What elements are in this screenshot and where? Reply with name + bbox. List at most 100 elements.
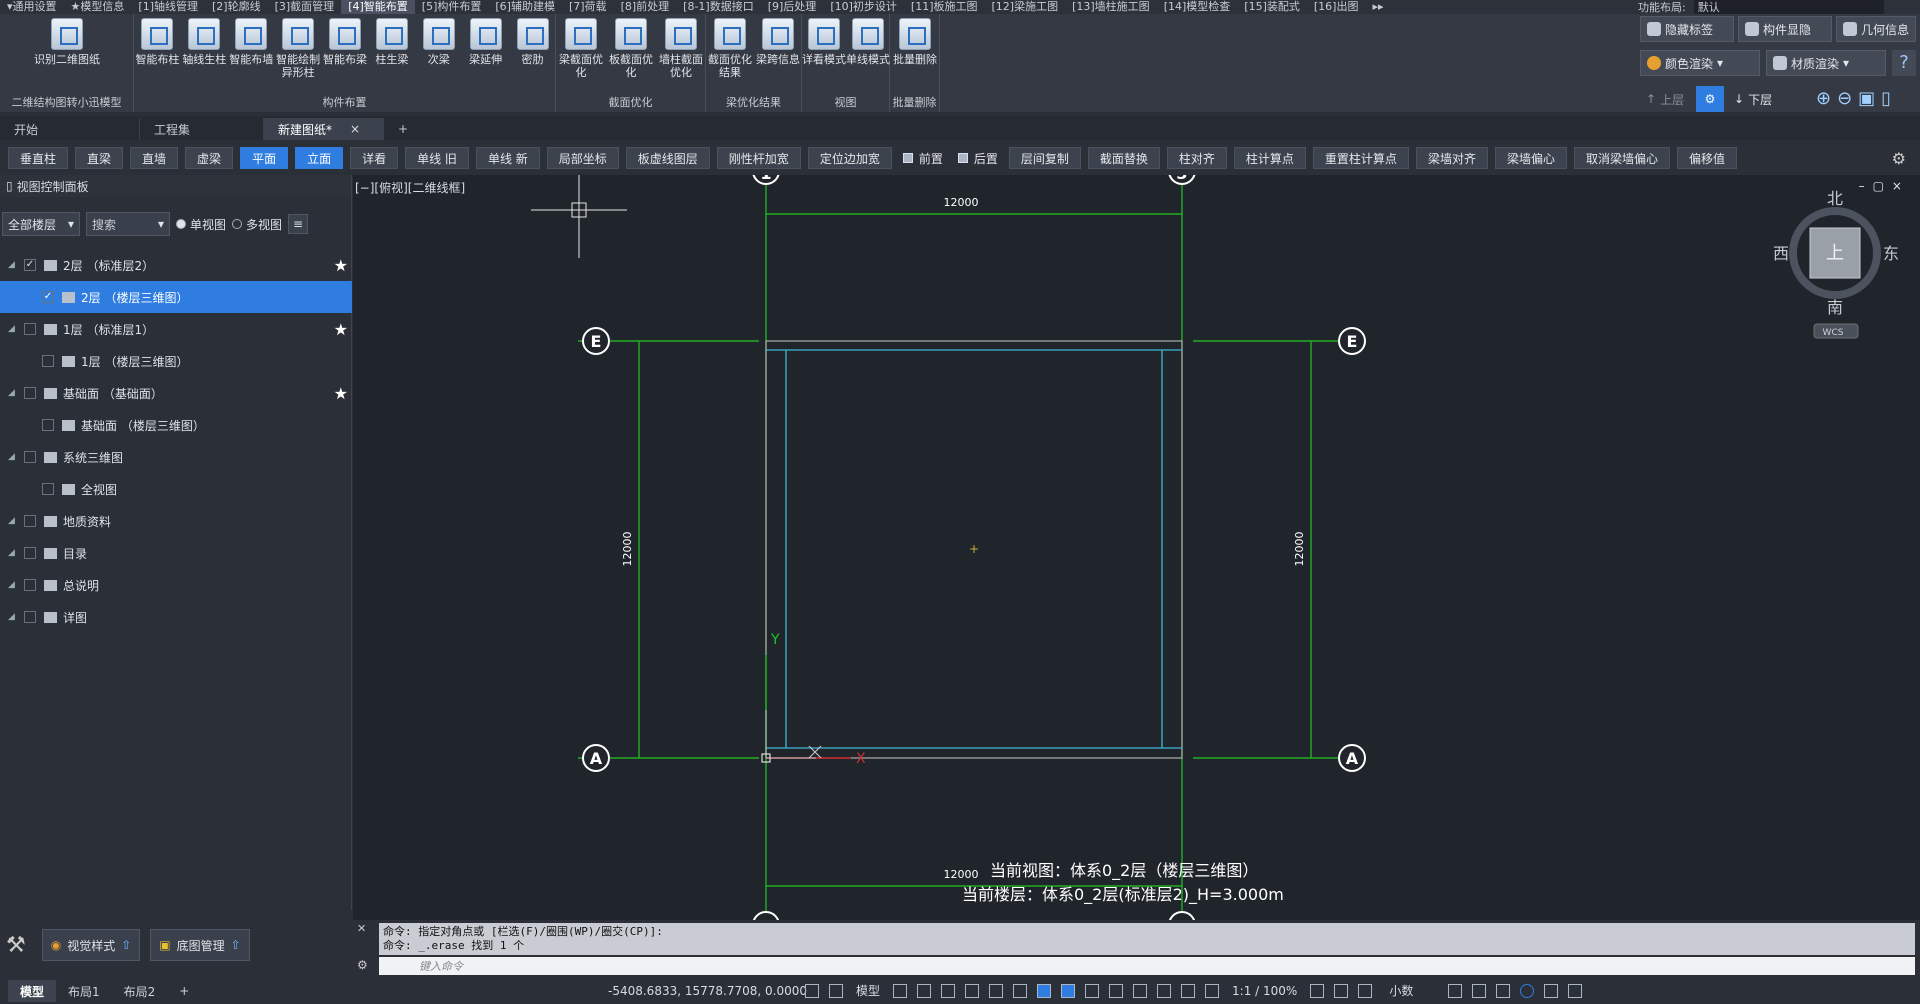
checkbox[interactable] bbox=[24, 451, 36, 463]
command-input[interactable]: 键入命令 bbox=[379, 957, 1915, 975]
toolbar-button[interactable]: 直梁 bbox=[75, 147, 124, 169]
gear-icon[interactable]: ⚙ bbox=[1696, 86, 1724, 112]
tree-item[interactable]: ✓ 2层 （楼层三维图） bbox=[0, 281, 352, 313]
help-button[interactable]: ? bbox=[1892, 50, 1916, 76]
star-icon[interactable]: ★ bbox=[334, 320, 348, 339]
menu-item[interactable]: [9]后处理 bbox=[761, 0, 824, 14]
tree-item[interactable]: ◢ ✓ 2层 （标准层2） ★ bbox=[0, 249, 352, 281]
hardware-accel-icon[interactable] bbox=[1520, 983, 1535, 998]
checkbox[interactable] bbox=[24, 515, 36, 527]
checkbox[interactable]: ✓ bbox=[42, 291, 54, 303]
isolate-icon[interactable] bbox=[1496, 983, 1511, 998]
menu-item[interactable]: [7]荷载 bbox=[562, 0, 614, 14]
toolbar-button[interactable]: 重置柱计算点 bbox=[1312, 147, 1409, 169]
base-map-button[interactable]: ▣ 底图管理 ⇧ bbox=[150, 929, 250, 961]
grid-display-icon[interactable] bbox=[893, 983, 908, 998]
zoom-tools[interactable]: ⊕⊖▣▯ bbox=[1816, 88, 1897, 109]
ucs-toggle-icon[interactable] bbox=[1157, 983, 1172, 998]
toolbar-button[interactable]: 垂直柱 bbox=[8, 147, 69, 169]
plus-icon[interactable] bbox=[1334, 983, 1349, 998]
ribbon-button[interactable]: 梁截面优化 bbox=[556, 18, 606, 79]
add-layout-button[interactable]: + bbox=[167, 980, 201, 1002]
toolbar-button[interactable]: 详看 bbox=[350, 147, 399, 169]
ribbon-button[interactable]: 识别二维图纸 bbox=[0, 18, 134, 66]
menu-item[interactable]: [8-1]数据接口 bbox=[676, 0, 761, 14]
tree-item[interactable]: ◢ 系统三维图 bbox=[0, 441, 352, 473]
tab-project-set[interactable]: 工程集 bbox=[140, 118, 264, 140]
toolbar-button[interactable]: 偏移值 bbox=[1676, 147, 1737, 169]
toolbar-button[interactable]: 梁墙偏心 bbox=[1494, 147, 1567, 169]
view-style-button[interactable]: ◉ 视觉样式 ⇧ bbox=[41, 929, 141, 961]
menu-item[interactable]: [11]板施工图 bbox=[904, 0, 985, 14]
checkbox[interactable] bbox=[24, 579, 36, 591]
menu-icon[interactable]: ≡ bbox=[288, 214, 309, 234]
menu-item[interactable]: [10]初步设计 bbox=[823, 0, 904, 14]
checkbox[interactable] bbox=[24, 547, 36, 559]
units-readout[interactable]: 小数 bbox=[1389, 982, 1413, 999]
tree-item[interactable]: 1层 （楼层三维图） bbox=[0, 345, 352, 377]
toolbar-button[interactable]: 取消梁墙偏心 bbox=[1573, 147, 1670, 169]
menu-item[interactable]: [14]模型检查 bbox=[1157, 0, 1238, 14]
gear-icon[interactable]: ⚙ bbox=[1892, 149, 1906, 168]
toolbar-button[interactable]: 立面 bbox=[295, 147, 344, 169]
toolbar-button[interactable]: 单线 旧 bbox=[405, 147, 469, 169]
properties-icon[interactable] bbox=[1358, 983, 1373, 998]
checkbox[interactable] bbox=[24, 611, 36, 623]
snap-icon[interactable] bbox=[829, 983, 843, 998]
menu-item[interactable]: [15]装配式 bbox=[1237, 0, 1307, 14]
menu-item[interactable]: [8]前处理 bbox=[614, 0, 677, 14]
toolbar-button[interactable]: 定位边加宽 bbox=[807, 147, 892, 169]
expand-icon[interactable]: ◢ bbox=[8, 388, 18, 398]
settings-icon[interactable] bbox=[1310, 983, 1325, 998]
menu-item[interactable]: [6]辅助建模 bbox=[488, 0, 562, 14]
menu-item[interactable]: [2]轮廓线 bbox=[205, 0, 268, 14]
floor-filter-select[interactable]: 全部楼层 ▾ bbox=[2, 212, 80, 236]
tab-new-drawing[interactable]: 新建图纸* × bbox=[264, 118, 384, 140]
layout-tab-model[interactable]: 模型 bbox=[8, 980, 57, 1002]
star-icon[interactable]: ★ bbox=[334, 384, 348, 403]
clean-screen-icon[interactable] bbox=[1544, 983, 1559, 998]
tree-item[interactable]: ◢ 基础面 （基础面） ★ bbox=[0, 377, 352, 409]
hide-labels-button[interactable]: 隐藏标签 bbox=[1640, 16, 1734, 42]
color-render-dropdown[interactable]: 颜色渲染 ▾ bbox=[1640, 50, 1760, 76]
lineweight-icon[interactable] bbox=[1061, 983, 1076, 998]
menu-item[interactable]: [5]构件布置 bbox=[415, 0, 489, 14]
toolbar-button[interactable]: 刚性杆加宽 bbox=[716, 147, 801, 169]
ribbon-button[interactable]: 柱生梁 bbox=[368, 18, 415, 66]
menu-item[interactable]: [12]梁施工图 bbox=[985, 0, 1066, 14]
transparency-icon[interactable] bbox=[1085, 983, 1100, 998]
checkbox[interactable] bbox=[42, 355, 54, 367]
snap-mode-icon[interactable] bbox=[917, 983, 932, 998]
otrack-icon[interactable] bbox=[1013, 983, 1028, 998]
ribbon-button[interactable]: 智能绘制异形柱 bbox=[275, 18, 322, 79]
toolbar-button[interactable]: 单线 新 bbox=[475, 147, 540, 169]
search-input[interactable]: 搜索 ▾ bbox=[86, 212, 170, 236]
model-space-label[interactable]: 模型 bbox=[856, 982, 880, 999]
checkbox[interactable] bbox=[42, 419, 54, 431]
menu-item[interactable]: [4]智能布置 bbox=[341, 0, 415, 14]
customize-icon[interactable] bbox=[1568, 983, 1583, 998]
tree-item[interactable]: 基础面 （楼层三维图） bbox=[0, 409, 352, 441]
menu-item[interactable]: ▾通用设置 bbox=[0, 0, 64, 14]
wrench-icon[interactable]: ⚙ bbox=[357, 958, 368, 972]
expand-icon[interactable]: ◢ bbox=[8, 260, 18, 270]
toolbar-button[interactable]: 梁墙对齐 bbox=[1415, 147, 1488, 169]
toolbar-button[interactable]: 层间复制 bbox=[1008, 147, 1081, 169]
ribbon-button[interactable]: 截面优化结果 bbox=[706, 18, 754, 79]
polar-icon[interactable] bbox=[965, 983, 980, 998]
menu-item[interactable]: [16]出图 bbox=[1307, 0, 1366, 14]
toolbar-button[interactable]: 板虚线图层 bbox=[625, 147, 710, 169]
annotation-icon[interactable] bbox=[1205, 983, 1220, 998]
layout-tab-2[interactable]: 布局2 bbox=[112, 980, 168, 1002]
toolbar-button[interactable]: 虚梁 bbox=[185, 147, 234, 169]
ribbon-button[interactable]: 单线模式 bbox=[846, 18, 890, 66]
toolbar-button[interactable]: 局部坐标 bbox=[546, 147, 619, 169]
ortho-icon[interactable] bbox=[941, 983, 956, 998]
floor-up-button[interactable]: ↑ 上层 bbox=[1640, 86, 1694, 112]
menu-item[interactable]: [3]截面管理 bbox=[268, 0, 342, 14]
expand-icon[interactable]: ◢ bbox=[8, 612, 18, 622]
checkbox[interactable] bbox=[24, 387, 36, 399]
menu-item[interactable]: [13]墙柱施工图 bbox=[1065, 0, 1157, 14]
ribbon-button[interactable]: 次梁 bbox=[415, 18, 462, 66]
ribbon-button[interactable]: 智能布柱 bbox=[134, 18, 181, 66]
